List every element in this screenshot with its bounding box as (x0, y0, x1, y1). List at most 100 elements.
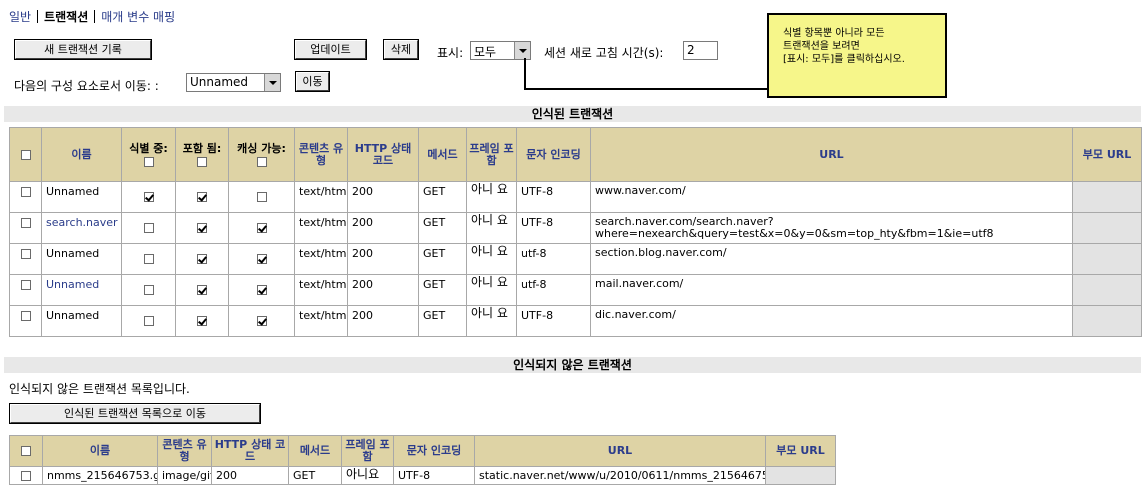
identify-checkbox[interactable] (143, 285, 154, 295)
column-label: 식별 중: (129, 141, 168, 155)
row-select-checkbox[interactable] (20, 187, 31, 197)
cell-url: mail.naver.com/ (595, 277, 684, 290)
column-header-encoding: 문자 인코딩 (393, 435, 475, 467)
goto-component-select[interactable]: Unnamed (186, 73, 281, 92)
cell-content-type: text/html (299, 216, 348, 229)
tab-transactions[interactable]: 트랜잭션 (44, 10, 88, 24)
cell-encoding: UTF-8 (521, 309, 554, 322)
transaction-name-link: search.naver (46, 216, 118, 229)
display-select[interactable]: 모두 (470, 41, 531, 60)
row-select-checkbox[interactable] (20, 311, 31, 321)
tooltip-connector (524, 58, 526, 90)
include-all-checkbox[interactable] (197, 156, 207, 167)
cacheable-checkbox[interactable] (256, 285, 267, 295)
table-row[interactable]: search.naver text/html 200 GET 아니 요 UTF-8 sear… (9, 212, 1142, 244)
cell-frame-include: 아니 요 (471, 182, 508, 196)
column-header-encoding: 문자 인코딩 (516, 127, 591, 182)
select-all-header (9, 435, 43, 467)
include-checkbox[interactable] (197, 223, 207, 233)
cell-frame-include: 아니 요 (471, 244, 508, 258)
column-header-parent-url: 부모 URL (765, 435, 836, 467)
include-checkbox[interactable] (197, 192, 207, 202)
table-row[interactable]: nmms_215646753.gif image/gif 200 GET 아니요 UTF-… (9, 466, 836, 485)
record-new-transaction-button[interactable]: 새 트랜잭션 기록 (14, 39, 152, 60)
move-to-recognized-button[interactable]: 인식된 트랜잭션 목록으로 이동 (9, 403, 261, 424)
refresh-time-input[interactable]: 2 (683, 41, 718, 60)
goto-button[interactable]: 이동 (295, 71, 330, 92)
column-label: 캐싱 가능: (237, 141, 286, 155)
include-checkbox[interactable] (197, 254, 207, 264)
update-button[interactable]: 업데이트 (294, 39, 367, 60)
select-all-header (9, 127, 42, 182)
cell-url: static.naver.net/www/u/2010/0611/nmms_21… (479, 469, 766, 482)
identify-checkbox[interactable] (143, 223, 154, 233)
cacheable-checkbox[interactable] (256, 254, 267, 264)
identify-checkbox[interactable] (143, 316, 154, 326)
column-header-name: 이름 (41, 127, 122, 182)
table-row[interactable]: Unnamed text/html 200 GET 아니 요 UTF-8 dic.naver… (9, 305, 1142, 337)
column-header-content-type: 콘텐츠 유형 (294, 127, 348, 182)
cell-url: www.naver.com/ (595, 184, 686, 197)
include-checkbox[interactable] (197, 316, 207, 326)
cache-all-checkbox[interactable] (256, 156, 267, 167)
goto-component-value: Unnamed (190, 75, 249, 89)
cell-method: GET (423, 185, 446, 198)
identify-checkbox[interactable] (143, 254, 154, 264)
unrecognized-description: 인식되지 않은 트랜잭션 목록입니다. (9, 382, 190, 396)
table-row[interactable]: Unnamed text/html 200 GET 아니 요 UTF-8 www.naver… (9, 181, 1142, 213)
column-header-url: URL (590, 127, 1073, 182)
tab-parameter-mapping[interactable]: 매개 변수 매핑 (101, 10, 175, 24)
cell-encoding: utf-8 (521, 278, 547, 291)
cell-frame-include: 아니요 (346, 467, 380, 481)
tooltip-line: [표시: 모두]를 클릭하십시오. (783, 54, 905, 65)
cacheable-checkbox[interactable] (256, 192, 267, 202)
cell-http-status: 200 (352, 247, 373, 260)
row-select-checkbox[interactable] (21, 471, 31, 481)
cell-frame-include: 아니 요 (471, 306, 508, 320)
cell-content-type: text/html (299, 247, 348, 260)
cell-content-type: image/gif (162, 469, 212, 482)
cell-parent-url (1072, 274, 1142, 306)
column-header-cacheable: 캐싱 가능: (228, 127, 295, 182)
identify-checkbox[interactable] (143, 192, 154, 202)
cell-http-status: 200 (352, 309, 373, 322)
cell-method: GET (423, 216, 446, 229)
column-header-name: 이름 (42, 435, 158, 467)
cacheable-checkbox[interactable] (256, 223, 267, 233)
column-label: 포함 됨: (182, 141, 222, 155)
cell-parent-url (1072, 243, 1142, 275)
tooltip-connector (526, 88, 768, 90)
transaction-name-link: Unnamed (46, 309, 100, 322)
table-header-row: 이름 콘텐츠 유형 HTTP 상태 코드 메서드 프레임 포함 문자 인코딩 U… (9, 435, 836, 467)
cell-content-type: text/html (299, 309, 348, 322)
transaction-name-link: Unnamed (46, 185, 100, 198)
cell-method: GET (423, 247, 446, 260)
include-checkbox[interactable] (197, 285, 207, 295)
cell-url: section.blog.naver.com/ (595, 246, 727, 259)
cell-name: nmms_215646753.gif (47, 469, 158, 482)
row-select-checkbox[interactable] (20, 280, 31, 290)
select-all-checkbox[interactable] (21, 446, 31, 456)
column-header-frame-include: 프레임 포함 (341, 435, 394, 467)
delete-button[interactable]: 삭제 (383, 39, 419, 60)
tab-general[interactable]: 일반 (9, 10, 31, 24)
cell-method: GET (293, 469, 316, 482)
display-label: 표시: (437, 46, 464, 60)
row-select-checkbox[interactable] (20, 249, 31, 259)
tooltip-line: 식별 항목뿐 아니라 모든 (783, 28, 885, 39)
chevron-down-icon[interactable] (264, 74, 280, 91)
identify-all-checkbox[interactable] (143, 156, 154, 167)
row-select-checkbox[interactable] (20, 218, 31, 228)
table-row[interactable]: Unnamed text/html 200 GET 아니 요 utf-8 mail.nave… (9, 274, 1142, 306)
cell-frame-include: 아니 요 (471, 213, 508, 227)
table-row[interactable]: Unnamed text/html 200 GET 아니 요 utf-8 section.b… (9, 243, 1142, 275)
transaction-name-link: Unnamed (46, 278, 100, 291)
cell-http-status: 200 (352, 185, 373, 198)
cell-http-status: 200 (352, 216, 373, 229)
cell-method: GET (423, 278, 446, 291)
cell-name: Unnamed (41, 181, 122, 213)
cacheable-checkbox[interactable] (256, 316, 267, 326)
chevron-down-icon[interactable] (514, 42, 530, 59)
select-all-checkbox[interactable] (20, 149, 31, 160)
column-header-include: 포함 됨: (175, 127, 229, 182)
